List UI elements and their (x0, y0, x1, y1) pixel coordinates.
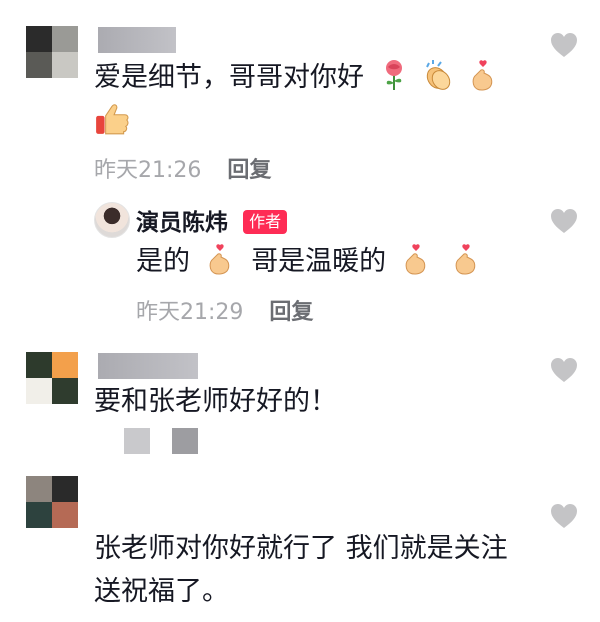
rose-emoji (385, 60, 402, 90)
reply-button[interactable]: 回复 (227, 152, 271, 184)
finger-heart-emoji (472, 60, 493, 91)
author-name[interactable]: 演员陈炜 (136, 210, 228, 236)
reply-text: 是的 哥是温暖的 (136, 243, 481, 280)
finger-heart-emoji (209, 244, 229, 275)
commenter-avatar[interactable] (26, 352, 78, 404)
blurred-meta (172, 428, 198, 454)
reply-timestamp: 昨天21:29 (136, 300, 244, 325)
thumbs-up-emoji (96, 104, 129, 135)
comment-meta: 昨天21:26 回复 (94, 152, 271, 184)
commenter-avatar[interactable] (26, 26, 78, 78)
like-heart-icon[interactable] (550, 503, 578, 529)
like-heart-icon[interactable] (550, 32, 578, 58)
reply-meta: 昨天21:29 回复 (136, 294, 313, 326)
comment-text-line2: 送祝福了。 (94, 576, 229, 607)
commenter-avatar[interactable] (26, 476, 78, 528)
author-avatar[interactable] (94, 202, 130, 238)
comment-text: 要和张老师好好的！ (94, 386, 337, 417)
comment-text-content: 爱是细节，哥哥对你好 (94, 62, 364, 93)
author-badge: 作者 (243, 210, 288, 234)
comment-text-line1: 张老师对你好就行了 我们就是关注 (94, 533, 508, 564)
finger-heart-emoji (405, 244, 426, 275)
like-heart-icon[interactable] (550, 208, 578, 234)
reply-button[interactable]: 回复 (269, 294, 313, 326)
commenter-name-redacted (98, 353, 198, 379)
finger-heart-emoji (456, 244, 476, 275)
clap-emoji (426, 60, 451, 90)
comment-text: 爱是细节，哥哥对你好 (94, 59, 498, 96)
reply-text-part1: 是的 (136, 246, 190, 277)
reply-text-part2: 哥是温暖的 (251, 246, 387, 277)
blurred-meta (124, 428, 150, 454)
like-heart-icon[interactable] (550, 357, 578, 383)
comment-text: 张老师对你好就行了 我们就是关注 送祝福了。 (94, 531, 508, 610)
commenter-name-redacted (98, 27, 176, 53)
author-header: 演员陈炜 作者 (136, 203, 288, 237)
comment-timestamp: 昨天21:26 (94, 158, 202, 183)
